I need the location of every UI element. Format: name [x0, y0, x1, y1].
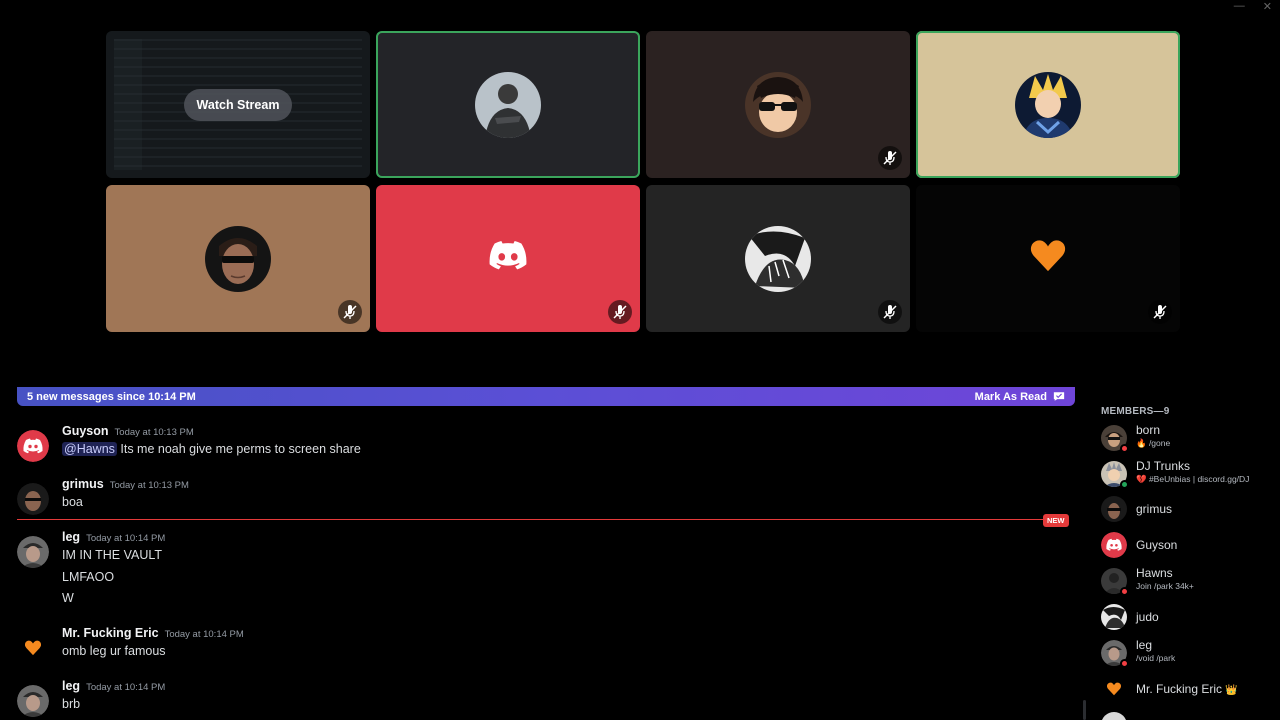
member-name: Guyson — [1136, 538, 1178, 552]
close-button[interactable]: ✕ — [1263, 0, 1272, 13]
member-custom-status: /void /park — [1136, 653, 1176, 663]
muted-icon — [338, 300, 362, 324]
user-mention[interactable]: @Hawns — [62, 442, 117, 456]
member-item[interactable]: Guyson — [1101, 530, 1280, 560]
chat-scrollbar[interactable] — [1083, 700, 1086, 720]
user-avatar[interactable] — [17, 483, 49, 515]
mark-read-icon — [1053, 392, 1065, 401]
member-list-header: MEMBERS—9 — [1101, 406, 1170, 417]
member-avatar — [1101, 532, 1127, 558]
message-content: @Hawns Its me noah give me perms to scre… — [62, 442, 361, 456]
message-text: omb leg ur famous — [62, 644, 166, 658]
message-timestamp: Today at 10:14 PM — [86, 682, 166, 693]
member-name: born — [1136, 423, 1161, 437]
message-timestamp: Today at 10:14 PM — [164, 629, 244, 640]
member-avatar — [1101, 425, 1129, 453]
message-author[interactable]: grimus — [62, 477, 104, 491]
member-avatar — [1101, 712, 1127, 720]
message-timestamp: Today at 10:13 PM — [114, 427, 194, 438]
participant-tile[interactable] — [646, 185, 910, 332]
message-author[interactable]: leg — [62, 679, 80, 693]
message-timestamp: Today at 10:14 PM — [86, 533, 166, 544]
new-messages-text: 5 new messages since 10:14 PM — [27, 390, 196, 403]
new-messages-banner[interactable]: 5 new messages since 10:14 PM Mark As Re… — [17, 387, 1075, 406]
participant-tile[interactable] — [916, 31, 1180, 178]
status-dnd-icon — [1120, 587, 1129, 596]
member-avatar — [1101, 640, 1129, 668]
member-avatar — [1101, 568, 1129, 596]
member-custom-status: 💔 #BeUnbias | discord.gg/DJ — [1136, 474, 1250, 484]
muted-icon — [878, 300, 902, 324]
anime-avatar — [745, 71, 811, 138]
member-custom-status: Join /park 34k+ — [1136, 581, 1194, 591]
new-badge: NEW — [1043, 514, 1069, 527]
heart-icon — [1029, 239, 1067, 278]
user-avatar[interactable] — [17, 536, 49, 568]
status-dnd-icon — [1120, 659, 1129, 668]
mark-as-read-button[interactable]: Mark As Read — [975, 391, 1065, 403]
message-text: W — [62, 591, 74, 605]
manga-avatar — [745, 225, 811, 292]
voice-call-grid: Watch Stream — [106, 31, 1181, 332]
member-item[interactable] — [1101, 710, 1280, 720]
message-text: boa — [62, 495, 83, 509]
participant-tile[interactable] — [376, 185, 640, 332]
muted-icon — [878, 146, 902, 170]
message-author[interactable]: Guyson — [62, 424, 109, 438]
message-text: LMFAOO — [62, 570, 115, 584]
member-item[interactable]: grimus — [1101, 494, 1280, 524]
crown-icon: 👑 — [1225, 685, 1238, 696]
message-text: IM IN THE VAULT — [62, 548, 163, 562]
person-avatar — [475, 71, 541, 138]
member-name: grimus — [1136, 502, 1173, 516]
member-item[interactable]: DJ Trunks 💔 #BeUnbias | discord.gg/DJ — [1101, 459, 1280, 489]
discord-logo-avatar[interactable] — [17, 430, 49, 462]
member-avatar — [1101, 496, 1127, 522]
message-timestamp: Today at 10:13 PM — [109, 480, 189, 491]
member-custom-status: 🔥 /gone — [1136, 438, 1171, 448]
member-avatar — [1101, 461, 1129, 489]
watch-stream-button[interactable]: Watch Stream — [183, 88, 293, 121]
member-name: DJ Trunks — [1136, 459, 1191, 473]
anime-hero-avatar — [1015, 71, 1081, 138]
message-author[interactable]: leg — [62, 530, 80, 544]
muted-icon — [608, 300, 632, 324]
new-messages-divider — [17, 519, 1047, 520]
status-online-icon — [1120, 480, 1129, 489]
message-author[interactable]: Mr. Fucking Eric — [62, 626, 159, 640]
user-avatar[interactable] — [17, 685, 49, 717]
participant-tile[interactable] — [376, 31, 640, 178]
member-name: judo — [1136, 610, 1159, 624]
participant-tile[interactable] — [106, 185, 370, 332]
message-text: Its me noah give me perms to screen shar… — [120, 442, 361, 456]
stream-tile[interactable]: Watch Stream — [106, 31, 370, 178]
member-name: Mr. Fucking Eric 👑 — [1136, 682, 1238, 696]
sunglasses-avatar — [205, 225, 271, 292]
participant-tile[interactable] — [916, 185, 1180, 332]
status-dnd-icon — [1120, 444, 1129, 453]
member-item[interactable]: born 🔥 /gone — [1101, 423, 1280, 453]
member-item[interactable]: Mr. Fucking Eric 👑 — [1101, 674, 1280, 704]
participant-tile[interactable] — [646, 31, 910, 178]
minimize-button[interactable]: — — [1234, 0, 1245, 13]
member-avatar — [1101, 676, 1127, 702]
member-name: Hawns — [1136, 566, 1173, 580]
member-item[interactable]: leg /void /park — [1101, 638, 1280, 668]
member-name-text: Mr. Fucking Eric — [1136, 682, 1223, 696]
window-controls: — ✕ — [1234, 0, 1272, 13]
discord-logo-icon — [488, 241, 528, 276]
muted-icon — [1148, 300, 1172, 324]
member-name: leg — [1136, 638, 1153, 652]
member-item[interactable]: Hawns Join /park 34k+ — [1101, 566, 1280, 596]
mark-as-read-label: Mark As Read — [974, 390, 1047, 403]
message-text: brb — [62, 697, 81, 711]
member-item[interactable]: judo — [1101, 602, 1280, 632]
member-avatar — [1101, 604, 1127, 630]
heart-avatar[interactable] — [17, 632, 49, 664]
